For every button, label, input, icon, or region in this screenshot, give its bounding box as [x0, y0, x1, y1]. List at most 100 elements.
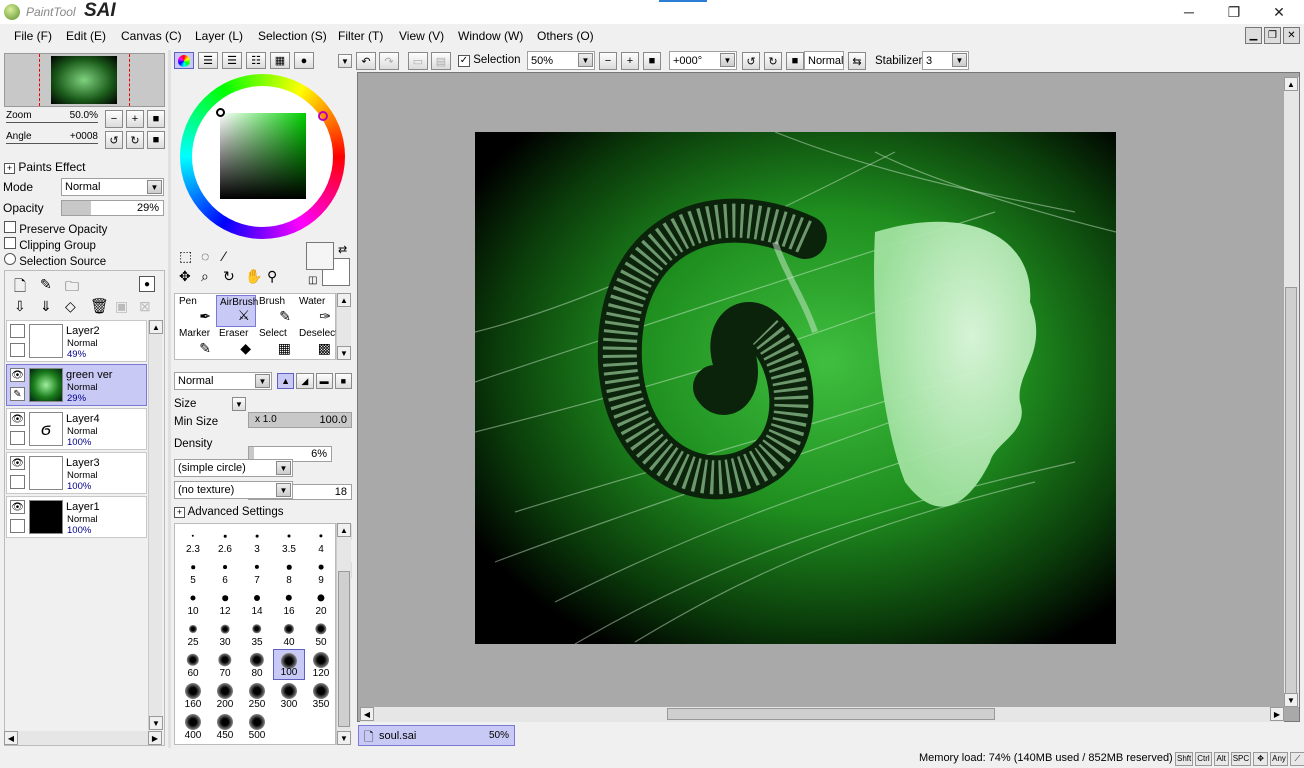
- brush-size-cell[interactable]: 8: [273, 556, 305, 587]
- brush-size-cell[interactable]: 25: [177, 618, 209, 649]
- sv-cursor[interactable]: [216, 108, 225, 117]
- brush-size-cell[interactable]: 3.5: [273, 525, 305, 556]
- mdi-close-icon[interactable]: ✕: [1283, 27, 1300, 44]
- brush-size-cell[interactable]: 120: [305, 649, 337, 680]
- toolbar-zoom-reset-icon[interactable]: ■: [643, 52, 661, 70]
- selection-source-radio[interactable]: Selection Source: [4, 253, 106, 268]
- magic-wand-icon[interactable]: ⁄: [223, 248, 225, 264]
- scroll-right-icon[interactable]: ▶: [148, 731, 162, 745]
- blend-display[interactable]: Normal: [804, 51, 844, 70]
- brush-size-cell[interactable]: 400: [177, 711, 209, 742]
- brush-texture-select[interactable]: (no texture) ▼: [174, 481, 293, 499]
- brush-size-cell[interactable]: 450: [209, 711, 241, 742]
- invert-selection-icon[interactable]: ▤: [431, 52, 451, 70]
- maximize-button[interactable]: ❐: [1211, 0, 1257, 24]
- zoom-icon[interactable]: ⌕: [201, 268, 209, 285]
- scroll-up-icon[interactable]: ▲: [149, 320, 163, 334]
- menu-canvas[interactable]: Canvas (C): [121, 29, 182, 43]
- mode-select[interactable]: Normal ▼: [61, 178, 164, 196]
- lasso-icon[interactable]: ◌: [201, 248, 209, 264]
- transfer-down-icon[interactable]: ⇩: [14, 298, 26, 315]
- scroll-down-icon[interactable]: ▼: [337, 346, 351, 360]
- scroll-up-icon[interactable]: ▲: [337, 293, 351, 307]
- brush-size-cell[interactable]: 30: [209, 618, 241, 649]
- undo-icon[interactable]: ↶: [356, 52, 376, 70]
- scratchpad-tab[interactable]: ●: [294, 52, 314, 69]
- layer-scrollbar[interactable]: ▲ ▼: [148, 320, 163, 730]
- menu-selection[interactable]: Selection (S): [258, 29, 327, 43]
- rotate-reset-button[interactable]: ■: [147, 131, 165, 149]
- brush-size-cell[interactable]: 4: [305, 525, 337, 556]
- scroll-thumb[interactable]: [667, 708, 995, 720]
- edge-round-icon[interactable]: ▬: [315, 373, 333, 389]
- pen-icon[interactable]: ✎: [10, 387, 25, 401]
- brush-size-cell[interactable]: 60: [177, 649, 209, 680]
- color-wheel-tab[interactable]: [174, 52, 194, 69]
- menu-edit[interactable]: Edit (E): [66, 29, 106, 43]
- navigator-preview[interactable]: [4, 53, 165, 107]
- tool-deselect[interactable]: Deselect ▩: [296, 327, 338, 359]
- brush-size-cell[interactable]: 70: [209, 649, 241, 680]
- selection-toggle[interactable]: ✓ Selection: [458, 54, 521, 67]
- tool-brush[interactable]: Brush ✎: [256, 295, 296, 327]
- brush-size-cell[interactable]: 5: [177, 556, 209, 587]
- eye-icon[interactable]: 👁: [10, 456, 25, 470]
- zoom-in-button[interactable]: +: [126, 110, 144, 128]
- brush-size-cell[interactable]: 20: [305, 587, 337, 618]
- rgb-slider-tab[interactable]: ☰: [198, 52, 218, 69]
- zoom-row[interactable]: Zoom 50.0%: [6, 110, 98, 124]
- brush-size-cell[interactable]: 12: [209, 587, 241, 618]
- lock-toggle[interactable]: [10, 343, 25, 357]
- stabilizer-select[interactable]: 3 ▼: [922, 51, 969, 70]
- scroll-right-icon[interactable]: ▶: [1270, 707, 1284, 721]
- scroll-down-icon[interactable]: ▼: [149, 716, 163, 730]
- advanced-settings-toggle[interactable]: + Advanced Settings: [174, 506, 283, 518]
- rotate-icon[interactable]: ↻: [223, 268, 235, 285]
- menu-layer[interactable]: Layer (L): [195, 29, 243, 43]
- edge-flat-icon[interactable]: ■: [334, 373, 352, 389]
- menu-file[interactable]: File (F): [14, 29, 52, 43]
- flip-horizontal-icon[interactable]: ⇆: [848, 52, 866, 70]
- layer-item[interactable]: 👁 Layer3 Normal 100%: [6, 452, 147, 494]
- edge-soft-icon[interactable]: ◢: [296, 373, 314, 389]
- tool-water[interactable]: Water ✑: [296, 295, 336, 327]
- minimize-button[interactable]: ─: [1166, 0, 1212, 24]
- layer-item[interactable]: 👁 ϭ Layer4 Normal 100%: [6, 408, 147, 450]
- layer-item[interactable]: 👁 Layer1 Normal 100%: [6, 496, 147, 538]
- opacity-slider[interactable]: 29%: [61, 200, 164, 216]
- layer-hscrollbar[interactable]: ◀ ▶: [4, 731, 162, 745]
- brush-size-cell[interactable]: 14: [241, 587, 273, 618]
- swap-colors-icon[interactable]: ⇄: [338, 243, 347, 256]
- hue-cursor[interactable]: [318, 111, 328, 121]
- eyedropper-icon[interactable]: ⚲: [267, 268, 277, 285]
- eye-icon[interactable]: 👁: [10, 500, 25, 514]
- brush-size-cell[interactable]: 10: [177, 587, 209, 618]
- brush-size-cell[interactable]: 2.3: [177, 525, 209, 556]
- visibility-toggle[interactable]: [10, 324, 25, 338]
- mdi-minimize-icon[interactable]: ▁: [1245, 27, 1262, 44]
- hsv-slider-tab[interactable]: ☰: [222, 52, 242, 69]
- brush-size-cell[interactable]: 40: [273, 618, 305, 649]
- rotate-right-button[interactable]: ↻: [126, 131, 144, 149]
- brush-size-cell[interactable]: 3: [241, 525, 273, 556]
- tool-eraser[interactable]: Eraser ◆: [216, 327, 256, 359]
- canvas-vscrollbar[interactable]: ▲ ▼: [1284, 77, 1299, 707]
- eye-icon[interactable]: 👁: [10, 368, 25, 382]
- tool-marker[interactable]: Marker ✎: [176, 327, 216, 359]
- brush-size-cell[interactable]: 300: [273, 680, 305, 711]
- brush-size-cell[interactable]: 100: [273, 649, 305, 680]
- scroll-thumb[interactable]: [1285, 287, 1297, 707]
- brush-size-cell[interactable]: 7: [241, 556, 273, 587]
- rotate-left-button[interactable]: ↺: [105, 131, 123, 149]
- lock-toggle[interactable]: [10, 431, 25, 445]
- document-tab[interactable]: 🗋 soul.sai 50%: [358, 725, 515, 746]
- brush-size-cell[interactable]: 500: [241, 711, 273, 742]
- panel-splitter[interactable]: [168, 50, 171, 748]
- edge-hard-icon[interactable]: ▲: [277, 373, 295, 389]
- scroll-up-icon[interactable]: ▲: [1284, 77, 1298, 91]
- tool-pen[interactable]: Pen ✒: [176, 295, 216, 327]
- menu-others[interactable]: Others (O): [537, 29, 594, 43]
- foreground-color-swatch[interactable]: [306, 242, 334, 270]
- angle-row[interactable]: Angle +0008: [6, 131, 98, 145]
- toolbar-rotate-right-icon[interactable]: ↻: [764, 52, 782, 70]
